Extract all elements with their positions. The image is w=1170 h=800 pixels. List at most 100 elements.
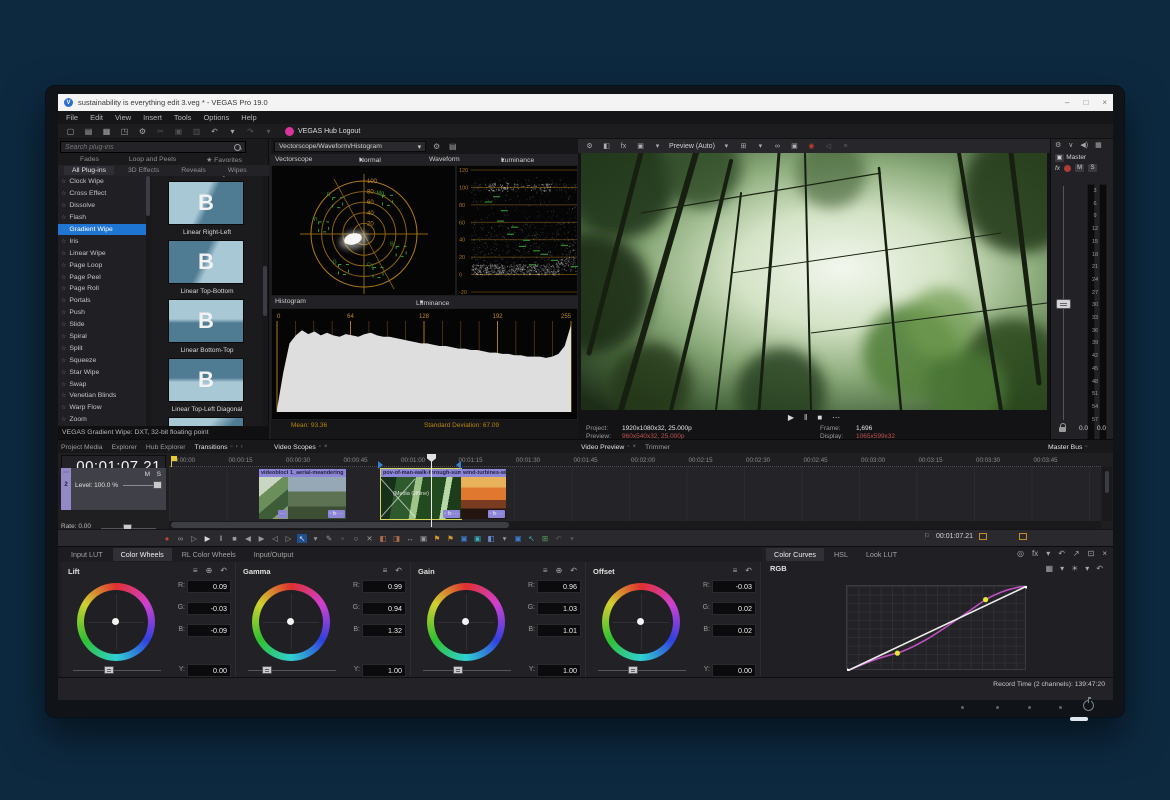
- loop-icon[interactable]: ∞: [772, 143, 783, 150]
- close-button[interactable]: ×: [1102, 98, 1107, 107]
- plugin-item-page-loop[interactable]: ☆Page Loop: [58, 259, 150, 271]
- levels-icon[interactable]: ≡: [543, 566, 548, 575]
- star-icon[interactable]: ☆: [61, 369, 66, 376]
- value-box-g[interactable]: -0.03: [187, 602, 231, 615]
- preview-pause-button[interactable]: ‖: [804, 413, 807, 422]
- pan-crop-button[interactable]: ▣: [473, 534, 483, 543]
- dock-tab-explorer[interactable]: Explorer: [112, 444, 137, 451]
- bypass-icon[interactable]: ◎: [1017, 549, 1024, 558]
- prev-tab-icon[interactable]: ‹: [236, 444, 238, 450]
- mixer-button[interactable]: ◧: [486, 534, 496, 543]
- capture-icon[interactable]: ◉: [806, 142, 817, 150]
- dock-tab-master-bus[interactable]: Master Bus▫: [1048, 444, 1088, 451]
- split-screen-icon[interactable]: ◧: [601, 142, 612, 150]
- safe-area-grid-icon[interactable]: ⊞: [738, 142, 749, 150]
- plugin-item-zoom[interactable]: ☆Zoom: [58, 414, 150, 426]
- menu-insert[interactable]: Insert: [143, 113, 162, 122]
- value-box-g[interactable]: 0.02: [712, 602, 756, 615]
- output-dropdown-icon[interactable]: ▾: [652, 142, 663, 150]
- levels-icon[interactable]: ≡: [193, 566, 198, 575]
- undo-icon[interactable]: ↶: [395, 566, 402, 575]
- master-fx-button[interactable]: fx: [1055, 165, 1060, 172]
- record-button[interactable]: ●: [162, 534, 172, 543]
- tab-fades[interactable]: Fades: [72, 155, 107, 164]
- plugin-item-flash[interactable]: ☆Flash: [58, 212, 150, 224]
- undo-dropdown-icon[interactable]: ▾: [227, 127, 238, 136]
- scope-layout-icon[interactable]: ▤: [449, 142, 457, 151]
- marker-button[interactable]: ⚑: [432, 534, 442, 543]
- move-icon[interactable]: ⊕: [206, 566, 213, 575]
- histogram-mode[interactable]: Luminance ▾: [416, 298, 423, 306]
- dock-tab-video-preview[interactable]: Video Preview▫×: [581, 444, 636, 451]
- play-from-start-button[interactable]: ▷: [189, 534, 199, 543]
- value-box-g[interactable]: 0.94: [362, 602, 406, 615]
- plugin-item-squeeze[interactable]: ☆Squeeze: [58, 354, 150, 366]
- y-slider-handle[interactable]: [453, 666, 463, 674]
- plugin-item-warp-flow[interactable]: ☆Warp Flow: [58, 402, 150, 414]
- preset-thumb-rl[interactable]: Β: [168, 240, 244, 284]
- star-icon[interactable]: ☆: [61, 416, 66, 423]
- vectorscope-mode[interactable]: Normal ▾: [359, 156, 362, 164]
- prev-frame-button[interactable]: ◁: [270, 534, 280, 543]
- plugin-item-clock-wipe[interactable]: ☆Clock Wipe: [58, 176, 150, 188]
- plugin-item-iris[interactable]: ☆Iris: [58, 235, 150, 247]
- meter-layout-icon[interactable]: ▦: [1095, 141, 1102, 149]
- star-icon[interactable]: ☆: [61, 214, 66, 221]
- selection-tool-button[interactable]: ↖: [297, 534, 307, 543]
- dock-tab-trimmer[interactable]: Trimmer: [645, 444, 670, 451]
- clip-buttons[interactable]: ▫ fx ⋯: [328, 510, 345, 518]
- star-icon[interactable]: ☆: [61, 321, 66, 328]
- star-icon[interactable]: ☆: [61, 309, 66, 316]
- fx-dropdown-icon[interactable]: ▾: [1046, 549, 1050, 558]
- tab-loop-and-peels[interactable]: Loop and Peels: [121, 155, 184, 164]
- tab--d-effects[interactable]: 3D Effects: [120, 166, 167, 175]
- tool-dropdown-icon[interactable]: ▾: [311, 534, 321, 543]
- star-icon[interactable]: ☆: [61, 202, 66, 209]
- curves-tab-color-curves[interactable]: Color Curves: [766, 548, 824, 561]
- pause-button[interactable]: ‖: [216, 534, 226, 543]
- timeline-clip-sunset[interactable]: wind-turbines-wi▫ fx ⋯: [461, 469, 506, 519]
- star-icon[interactable]: ☆: [61, 178, 66, 185]
- channel-dropdown-icon[interactable]: ▾: [1060, 564, 1064, 573]
- vegas-hub-button[interactable]: VEGAS Hub Logout: [285, 127, 360, 136]
- y-slider-handle[interactable]: [628, 666, 638, 674]
- project-properties-gear-icon[interactable]: ⚙: [137, 127, 148, 136]
- tab--favorites[interactable]: ★ Favorites: [198, 155, 250, 165]
- hscroll-thumb[interactable]: [171, 522, 509, 528]
- y-slider-handle[interactable]: [104, 666, 114, 674]
- menu-tools[interactable]: Tools: [174, 113, 192, 122]
- save-project-icon[interactable]: ▦: [101, 127, 112, 136]
- plugin-item-venetian-blinds[interactable]: ☆Venetian Blinds: [58, 390, 150, 402]
- plugin-item-gradient-wipe[interactable]: ☆Gradient Wipe: [58, 224, 150, 236]
- dock-tab-video-scopes[interactable]: Video Scopes▫×: [274, 444, 327, 451]
- grade-tab-input-lut[interactable]: Input LUT: [63, 548, 111, 561]
- preview-play-button[interactable]: ▶: [788, 413, 794, 422]
- preview-more-button[interactable]: ⋯: [832, 413, 840, 422]
- close-icon[interactable]: ×: [632, 444, 636, 450]
- value-box-y[interactable]: 0.00: [712, 664, 756, 677]
- menu-view[interactable]: View: [115, 113, 131, 122]
- value-box-y[interactable]: 1.00: [362, 664, 406, 677]
- levels-icon[interactable]: ≡: [733, 566, 738, 575]
- snapshot-icon[interactable]: ▣: [789, 142, 800, 150]
- plugin-list-scrollbar[interactable]: [146, 176, 150, 216]
- track-color-strip[interactable]: ⋯2: [61, 468, 71, 510]
- trim-end-button[interactable]: ◨: [392, 534, 402, 543]
- color-wheel-gain[interactable]: [427, 583, 505, 661]
- quality-dropdown-icon[interactable]: ▾: [721, 142, 732, 150]
- vscroll-thumb[interactable]: [1105, 471, 1109, 493]
- preview-settings-gear-icon[interactable]: ⚙: [584, 142, 595, 150]
- pin-icon[interactable]: ▫: [627, 444, 629, 450]
- plugin-item-dissolve[interactable]: ☆Dissolve: [58, 200, 150, 212]
- search-input[interactable]: [65, 144, 234, 151]
- open-project-icon[interactable]: ▤: [83, 127, 94, 136]
- plugin-item-page-roll[interactable]: ☆Page Roll: [58, 283, 150, 295]
- value-box-r[interactable]: 0.96: [537, 580, 581, 593]
- selection-start-triangle[interactable]: [378, 461, 383, 469]
- region-button[interactable]: ⚑: [446, 534, 456, 543]
- fx-icon[interactable]: fx: [1032, 549, 1038, 558]
- plugin-item-push[interactable]: ☆Push: [58, 307, 150, 319]
- curves-tab-look-lut[interactable]: Look LUT: [858, 548, 905, 561]
- dock-tab-transitions[interactable]: Transitions▫‹›: [195, 444, 243, 451]
- menu-edit[interactable]: Edit: [90, 113, 103, 122]
